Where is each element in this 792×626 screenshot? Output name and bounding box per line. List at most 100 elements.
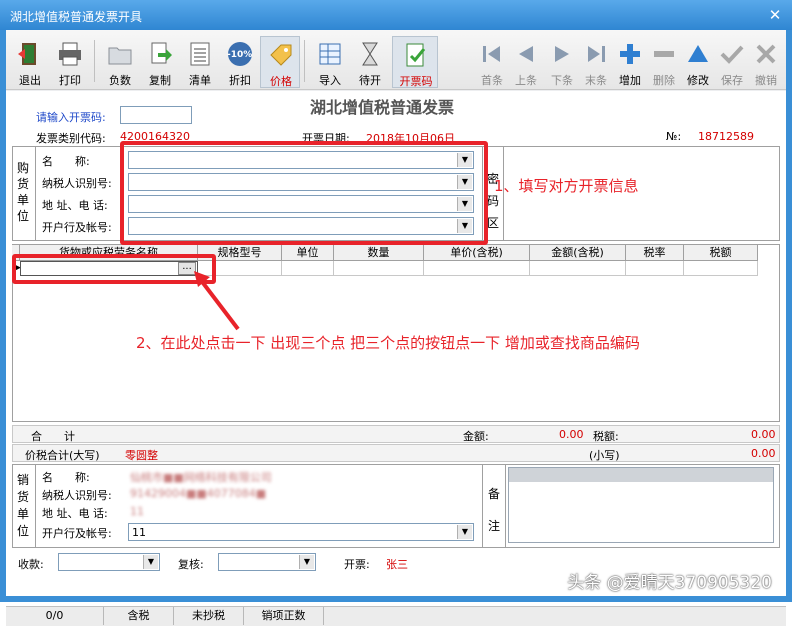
prev-label: 上条 — [515, 74, 537, 87]
type-code-label: 发票类别代码: — [36, 132, 106, 145]
seller-name-value: 仙桃市■■网络科技有限公司 — [130, 471, 272, 484]
pending-label: 待开 — [359, 74, 381, 87]
exit-label: 退出 — [19, 74, 41, 87]
chevron-down-icon[interactable]: ▼ — [299, 555, 314, 569]
qty-cell[interactable] — [334, 261, 424, 276]
copy-button[interactable]: 复制 — [140, 36, 180, 88]
drawer-label: 开票: — [344, 558, 370, 571]
print-label: 打印 — [59, 74, 81, 87]
reviewer-label: 复核: — [178, 558, 204, 571]
drawer-value: 张三 — [386, 558, 408, 571]
copy-label: 复制 — [149, 74, 171, 87]
amount-total-value: 0.00 — [559, 428, 584, 441]
seller-address-value: 11 — [130, 505, 144, 518]
payee-select[interactable]: ▼ — [58, 553, 160, 571]
invoice-no-label: №: — [666, 130, 682, 143]
capital-total-row: 价税合计(大写) 零圆整 (小写) 0.00 — [12, 444, 780, 462]
reviewer-select[interactable]: ▼ — [218, 553, 316, 571]
discount-label: 折扣 — [229, 74, 251, 87]
capital-label: 价税合计(大写) — [25, 449, 100, 462]
discount-button[interactable]: -10% 折扣 — [220, 36, 260, 88]
plus-icon — [620, 44, 640, 64]
annotation-arrow-icon — [194, 271, 240, 331]
invoice-heading: 湖北增值税普通发票 — [310, 98, 455, 117]
toolbar-divider — [304, 40, 305, 82]
chevron-down-icon[interactable]: ▼ — [143, 555, 158, 569]
discount-icon-text: -10% — [227, 50, 253, 60]
negative-invoice-button[interactable]: 负数 — [100, 36, 140, 88]
exit-door-icon — [18, 43, 36, 65]
buyer-name-label: 名 称: — [42, 155, 90, 168]
undo-button[interactable]: 撤销 — [746, 36, 786, 88]
checkmark-icon — [720, 45, 744, 64]
status-bar: 0/0 含税 未抄税 销项正数 — [6, 606, 786, 626]
remark-side: 备注 — [482, 464, 506, 548]
remark-label: 备注 — [488, 487, 501, 533]
small-label: (小写) — [589, 449, 620, 462]
small-value: 0.00 — [751, 447, 776, 460]
title-bar: 湖北增值税普通发票开具 ✕ — [0, 0, 792, 30]
window-title: 湖北增值税普通发票开具 — [10, 10, 143, 24]
buyer-bank-label: 开户行及帐号: — [42, 221, 112, 234]
col-qty: 数量 — [334, 245, 424, 261]
buyer-taxid-label: 纳税人识别号: — [42, 177, 112, 190]
amount-cell[interactable] — [530, 261, 626, 276]
totals-row: 合 计 金额: 0.00 税额: 0.00 — [12, 425, 780, 443]
close-icon[interactable]: ✕ — [766, 6, 784, 24]
col-tax-amount: 税额 — [684, 245, 758, 261]
invoice-no-value: 18712589 — [698, 130, 754, 143]
col-amount: 金额(含税) — [530, 245, 626, 261]
totals-label: 合 计 — [31, 430, 75, 443]
seller-section-label: 销货单位 — [17, 473, 30, 538]
tax-amount-cell[interactable] — [684, 261, 758, 276]
invoice-code-input[interactable] — [120, 106, 192, 124]
list-button[interactable]: 清单 — [180, 36, 220, 88]
col-tax-rate: 税率 — [626, 245, 684, 261]
toolbar-divider — [94, 40, 95, 82]
watermark: 头条 @爱晴天370905320 — [567, 573, 772, 593]
toolbar: 退出 打印 负数 复制 清单 -10% 折扣 价格 导入 待开 开票码 首条 上… — [6, 30, 786, 90]
price-tag-icon — [270, 44, 292, 66]
next-record-icon — [555, 46, 569, 62]
list-sheet-icon — [190, 42, 210, 66]
folder-icon — [108, 47, 132, 65]
negative-label: 负数 — [109, 74, 131, 87]
seller-bank-select[interactable]: 11 ▼ — [128, 523, 474, 541]
status-tax-mode: 含税 — [104, 607, 174, 625]
edit-triangle-icon — [688, 45, 708, 62]
seller-taxid-label: 纳税人识别号: — [42, 489, 112, 502]
prev-record-button[interactable]: 上条 — [506, 36, 546, 88]
code-input-label: 请输入开票码: — [36, 111, 106, 124]
minus-icon — [654, 51, 674, 57]
import-button[interactable]: 导入 — [310, 36, 350, 88]
first-record-icon — [483, 46, 500, 62]
chevron-down-icon[interactable]: ▼ — [457, 525, 472, 539]
import-label: 导入 — [319, 74, 341, 87]
exit-button[interactable]: 退出 — [10, 36, 50, 88]
status-sales-state: 销项正数 — [244, 607, 324, 625]
remark-textarea[interactable] — [508, 467, 774, 543]
invoice-code-label: 开票码 — [399, 75, 433, 88]
invoice-form: 湖北增值税普通发票 请输入开票码: 发票类别代码: 4200164320 开票日… — [6, 91, 786, 596]
tax-rate-cell[interactable] — [626, 261, 684, 276]
printer-icon — [59, 42, 81, 66]
buyer-section-label: 购货单位 — [17, 161, 30, 223]
col-unit: 单位 — [282, 245, 334, 261]
unit-price-cell[interactable] — [424, 261, 530, 276]
annotation-step2: 2、在此处点击一下 出现三个点 把三个点的按钮点一下 增加或查找商品编码 — [136, 334, 640, 352]
seller-name-label: 名 称: — [42, 471, 90, 484]
unit-cell[interactable] — [282, 261, 334, 276]
tax-total-label: 税额: — [593, 430, 619, 443]
prev-record-icon — [519, 46, 533, 62]
buyer-side: 购货单位 — [12, 146, 36, 241]
seller-side: 销货单位 — [12, 464, 36, 548]
print-button[interactable]: 打印 — [50, 36, 90, 88]
import-grid-icon — [319, 43, 341, 65]
seller-taxid-value: 91429004■■4077084■ — [130, 487, 267, 500]
capital-value: 零圆整 — [125, 449, 158, 462]
seller-bank-label: 开户行及帐号: — [42, 527, 112, 540]
invoice-code-button[interactable]: 开票码 — [392, 36, 438, 88]
copy-doc-icon — [151, 42, 172, 64]
pending-button[interactable]: 待开 — [350, 36, 390, 88]
price-button[interactable]: 价格 — [260, 36, 300, 88]
